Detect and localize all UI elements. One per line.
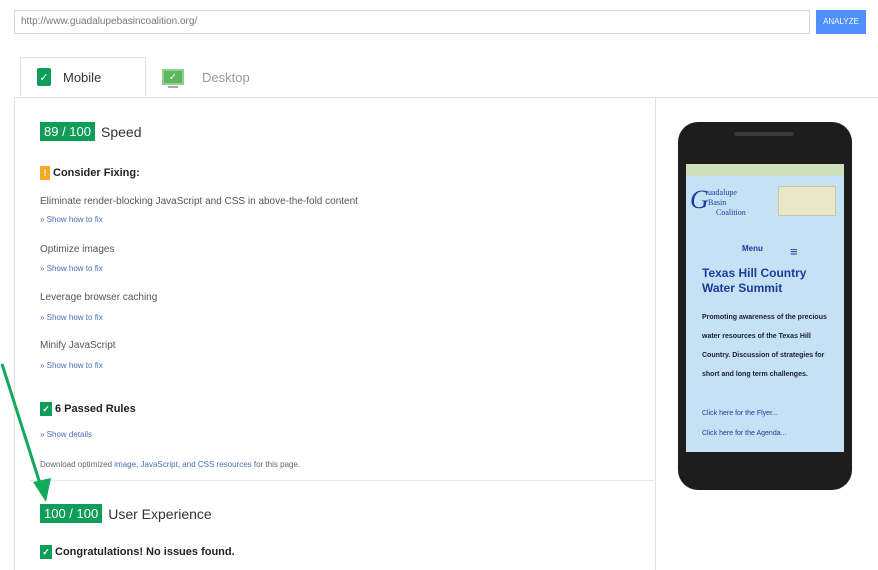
pagespeed-window: http://www.guadalupebasincoalition.org/ … — [0, 0, 878, 570]
annotation-arrow-icon — [0, 363, 51, 502]
